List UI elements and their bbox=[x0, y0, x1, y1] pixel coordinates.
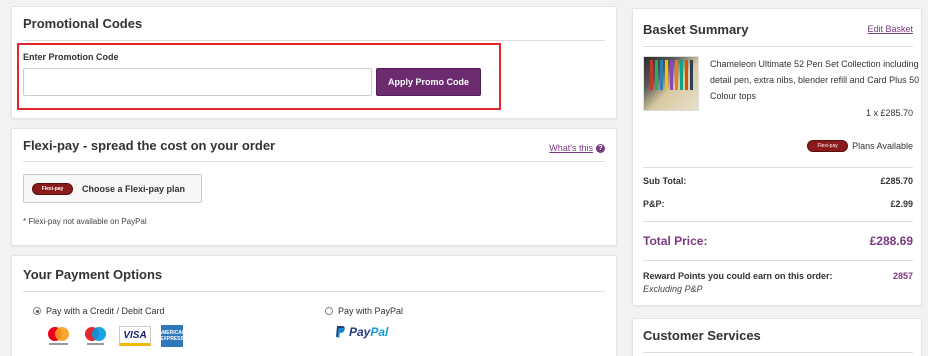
pp-row: P&P: £2.99 bbox=[643, 199, 913, 209]
flexi-pay-badge-icon: Flexi-pay bbox=[807, 140, 849, 152]
flexi-pay-panel: Flexi-pay - spread the cost on your orde… bbox=[11, 128, 617, 246]
divider bbox=[643, 221, 913, 222]
reward-points-note: Excluding P&P bbox=[643, 284, 703, 294]
promo-code-label: Enter Promotion Code bbox=[23, 52, 119, 62]
customer-services-title: Customer Services bbox=[643, 328, 761, 343]
subtotal-row: Sub Total: £285.70 bbox=[643, 176, 913, 186]
flexi-plans-available: Flexi-pay Plans Available bbox=[807, 140, 913, 152]
divider bbox=[23, 161, 605, 162]
apply-promo-code-button[interactable]: Apply Promo Code bbox=[376, 68, 481, 96]
basket-summary-title: Basket Summary bbox=[643, 22, 749, 37]
paypal-radio[interactable] bbox=[325, 307, 333, 315]
reward-points-value: 2857 bbox=[892, 271, 913, 281]
paypal-logo: PayPal bbox=[335, 325, 388, 339]
flexi-pay-badge-icon: Flexi-pay bbox=[32, 182, 73, 195]
card-payment-option[interactable]: Pay with a Credit / Debit Card bbox=[33, 306, 165, 316]
pp-value: £2.99 bbox=[890, 199, 913, 209]
flexi-pay-title: Flexi-pay - spread the cost on your orde… bbox=[23, 138, 276, 153]
card-option-label: Pay with a Credit / Debit Card bbox=[46, 306, 165, 316]
edit-basket-link[interactable]: Edit Basket bbox=[867, 24, 913, 34]
help-icon: ? bbox=[596, 143, 605, 153]
total-label: Total Price: bbox=[643, 234, 708, 248]
customer-services-panel: Customer Services bbox=[632, 318, 922, 356]
subtotal-value: £285.70 bbox=[880, 176, 913, 186]
promo-title: Promotional Codes bbox=[23, 16, 143, 31]
divider bbox=[643, 260, 913, 261]
paypal-payment-option[interactable]: Pay with PayPal bbox=[325, 306, 403, 316]
divider bbox=[643, 167, 913, 168]
divider bbox=[643, 46, 913, 47]
paypal-logo-pay: Pay bbox=[349, 325, 371, 339]
product-thumbnail[interactable] bbox=[643, 56, 699, 111]
paypal-icon bbox=[336, 326, 345, 338]
amex-icon: AMERICAN EXPRESS bbox=[159, 325, 185, 347]
promo-code-input[interactable] bbox=[23, 68, 372, 96]
divider bbox=[23, 291, 605, 292]
divider bbox=[23, 40, 605, 41]
promo-panel: Promotional Codes Enter Promotion Code A… bbox=[11, 6, 617, 119]
payment-options-title: Your Payment Options bbox=[23, 267, 163, 282]
plans-available-label: Plans Available bbox=[852, 141, 913, 151]
paypal-option-label: Pay with PayPal bbox=[338, 306, 404, 316]
card-logos: VISA AMERICAN EXPRESS bbox=[45, 325, 185, 347]
total-row: Total Price: £288.69 bbox=[643, 234, 913, 248]
reward-points-label: Reward Points you could earn on this ord… bbox=[643, 271, 833, 281]
whats-this-label: What's this bbox=[549, 143, 593, 153]
maestro-icon bbox=[82, 325, 109, 347]
choose-flexi-pay-plan-button[interactable]: Flexi-pay Choose a Flexi-pay plan bbox=[23, 174, 202, 203]
reward-points-row: Reward Points you could earn on this ord… bbox=[643, 271, 913, 281]
flexi-pay-note: * Flexi-pay not available on PayPal bbox=[23, 217, 147, 226]
total-value: £288.69 bbox=[869, 234, 913, 248]
mastercard-icon bbox=[45, 325, 72, 347]
subtotal-label: Sub Total: bbox=[643, 176, 687, 186]
product-name[interactable]: Chameleon Ultimate 52 Pen Set Collection… bbox=[710, 56, 920, 104]
basket-summary-panel: Basket Summary Edit Basket Chameleon Ult… bbox=[632, 8, 922, 306]
whats-this-link[interactable]: What's this ? bbox=[549, 143, 605, 153]
product-qty-price: 1 x £285.70 bbox=[865, 108, 913, 118]
visa-icon: VISA bbox=[119, 326, 151, 346]
card-radio[interactable] bbox=[33, 307, 41, 315]
divider bbox=[643, 352, 913, 353]
payment-options-panel: Your Payment Options Pay with a Credit /… bbox=[11, 255, 617, 356]
pp-label: P&P: bbox=[643, 199, 665, 209]
paypal-logo-pal: Pal bbox=[370, 325, 389, 339]
choose-flexi-pay-label: Choose a Flexi-pay plan bbox=[82, 183, 186, 194]
